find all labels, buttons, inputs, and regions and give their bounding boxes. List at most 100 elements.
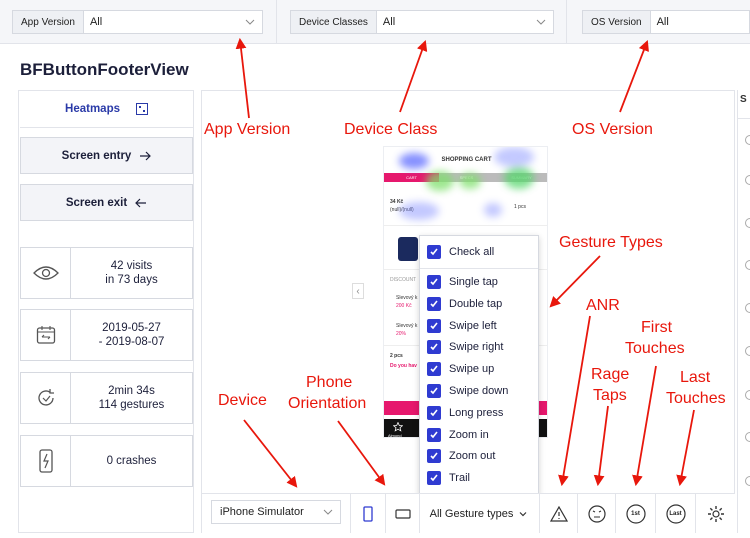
gesture-option[interactable]: Trail: [427, 470, 470, 486]
chevron-down-icon: [323, 509, 333, 515]
os-version-filter[interactable]: OS Version All: [582, 10, 750, 34]
row-radio[interactable]: [745, 303, 750, 313]
phone-portrait-icon: [363, 505, 373, 522]
discount-2-title: Slevový k: [396, 323, 418, 329]
gesture-types-label: All Gesture types: [429, 507, 514, 520]
app-version-select[interactable]: All: [84, 11, 262, 33]
checkbox-checked-icon: [427, 340, 441, 355]
chevron-down-icon: [519, 511, 527, 516]
device-select[interactable]: iPhone Simulator: [211, 500, 341, 524]
row-radio[interactable]: [745, 175, 750, 185]
heat-spot: [459, 173, 481, 189]
replay-icon: [21, 373, 71, 423]
rage-taps-button[interactable]: [577, 494, 615, 533]
annotation-os-version: OS Version: [572, 121, 653, 138]
duration-value: 2min 34s: [108, 385, 155, 397]
gesture-option-label: Single tap: [449, 276, 498, 288]
os-version-select[interactable]: All: [651, 11, 749, 33]
device-value: iPhone Simulator: [220, 506, 304, 518]
annotation-anr: ANR: [586, 297, 620, 314]
angry-face-icon: [587, 504, 606, 523]
check-all-label: Check all: [449, 246, 495, 258]
gesture-option-label: Swipe right: [449, 341, 504, 354]
screen-entry-button[interactable]: Screen entry: [20, 137, 193, 174]
os-version-value: All: [656, 16, 669, 28]
summary-qty: 2 pcs: [390, 353, 403, 359]
phone-landscape-icon: [394, 508, 411, 519]
previous-screen-button[interactable]: ‹: [352, 283, 364, 299]
annotation-phone-orientation-2: Orientation: [288, 395, 367, 412]
checkbox-checked-icon: [427, 296, 441, 311]
row-radio[interactable]: [745, 218, 750, 228]
heatmaps-tab[interactable]: Heatmaps: [20, 92, 193, 126]
gesture-option-label: Long press: [449, 406, 504, 419]
gesture-option-label: Zoom in: [449, 428, 489, 441]
device-classes-select[interactable]: All: [377, 11, 553, 33]
gesture-option[interactable]: Zoom in: [427, 427, 489, 443]
divider: [737, 118, 750, 119]
chevron-down-icon: [245, 19, 255, 25]
jacket-image: [398, 237, 418, 261]
calendar-icon: [21, 310, 71, 360]
visits-count: 42 visits: [110, 260, 153, 272]
heat-spot: [426, 171, 454, 191]
gesture-option[interactable]: Zoom out: [427, 448, 495, 464]
check-all-option[interactable]: Check all: [427, 244, 494, 260]
gesture-types-select[interactable]: All Gesture types: [419, 494, 539, 533]
arrow-left-icon: [135, 198, 147, 207]
heat-spot: [504, 167, 534, 189]
gear-icon: [707, 505, 724, 522]
annotation-gesture-types: Gesture Types: [559, 234, 663, 251]
anr-button[interactable]: [539, 494, 577, 533]
first-touches-button[interactable]: 1st: [615, 494, 655, 533]
gesture-option[interactable]: Long press: [427, 405, 503, 421]
duration-stat: 2min 34s 114 gestures: [20, 372, 193, 424]
device-classes-filter[interactable]: Device Classes All: [290, 10, 554, 34]
checkbox-checked-icon: [427, 471, 441, 486]
gesture-option[interactable]: Swipe up: [427, 361, 494, 377]
checkbox-checked-icon: [427, 427, 441, 442]
warning-icon: [549, 505, 568, 522]
divider: [276, 0, 277, 44]
app-version-value: All: [89, 16, 103, 28]
gesture-option[interactable]: Swipe down: [427, 383, 508, 399]
gesture-option[interactable]: Swipe left: [427, 318, 497, 334]
os-version-label: OS Version: [583, 11, 651, 33]
last-touches-button[interactable]: Last: [655, 494, 695, 533]
app-version-label: App Version: [13, 11, 84, 33]
phone-crash-icon: [21, 436, 71, 486]
annotation-app-version: App Version: [204, 121, 291, 138]
heatmap-icon: [135, 103, 148, 115]
row-radio[interactable]: [745, 260, 750, 270]
row-radio[interactable]: [745, 390, 750, 400]
chevron-down-icon: [536, 19, 546, 25]
right-panel-header: S: [740, 94, 747, 105]
annotation-rage-taps-2: Taps: [593, 387, 627, 404]
annotation-first-touches-1: First: [641, 319, 673, 336]
gesture-option-label: Trail: [449, 472, 470, 485]
summary-question: Do you hav: [390, 363, 417, 369]
row-radio[interactable]: [745, 346, 750, 356]
checkbox-checked-icon: [427, 449, 441, 464]
divider: [384, 225, 547, 226]
app-version-filter[interactable]: App Version All: [12, 10, 263, 34]
row-radio[interactable]: [745, 135, 750, 145]
eye-icon: [21, 248, 71, 298]
arrow-right-icon: [140, 151, 152, 160]
checkbox-checked-icon: [427, 245, 441, 259]
device-classes-value: All: [382, 16, 396, 28]
row-radio[interactable]: [745, 432, 750, 442]
gesture-option[interactable]: Double tap: [427, 296, 502, 312]
screen-exit-button[interactable]: Screen exit: [20, 184, 193, 221]
gesture-option[interactable]: Single tap: [427, 274, 498, 290]
gesture-option[interactable]: Swipe right: [427, 339, 503, 355]
landscape-orientation-button[interactable]: [385, 494, 419, 533]
portrait-orientation-button[interactable]: [350, 494, 385, 533]
discount-2-value: 20%: [396, 331, 407, 337]
settings-button[interactable]: [695, 494, 735, 533]
gesture-count: 114 gestures: [98, 399, 165, 411]
row-radio[interactable]: [745, 476, 750, 486]
heat-spot: [484, 203, 502, 217]
heat-spot: [494, 147, 534, 167]
gesture-option-label: Double tap: [449, 297, 503, 310]
